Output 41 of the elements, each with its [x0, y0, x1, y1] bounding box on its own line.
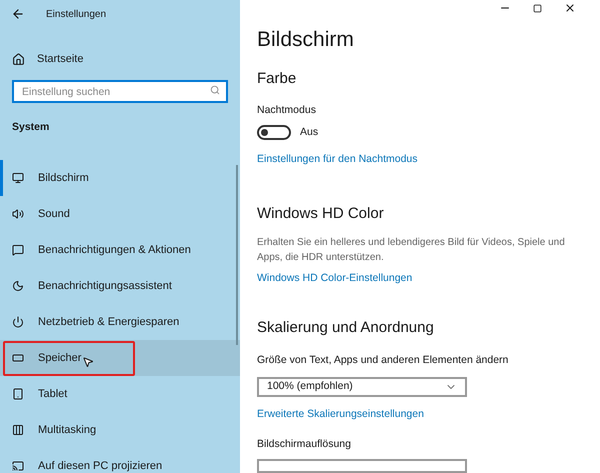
scale-dropdown[interactable]: 100% (empfohlen) — [257, 377, 467, 397]
message-icon — [12, 244, 24, 256]
monitor-icon — [12, 172, 24, 184]
tablet-icon — [12, 388, 24, 400]
nav-item[interactable]: Speicher — [0, 340, 240, 376]
speaker-icon — [12, 208, 24, 220]
section-heading: Skalierung und Anordnung — [257, 318, 435, 338]
field-label: Größe von Text, Apps und anderen Elementen ändern — [257, 353, 510, 368]
power-icon — [12, 316, 24, 328]
close-icon — [564, 2, 576, 14]
nav-item[interactable]: Tablet — [0, 376, 240, 412]
maximize-icon — [533, 4, 542, 13]
home-item[interactable]: Startseite — [0, 51, 240, 68]
screen-icon — [12, 460, 24, 472]
section-heading: Windows HD Color — [257, 204, 385, 224]
scaling-link[interactable]: Erweiterte Skalierungseinstellungen — [257, 406, 576, 423]
nav-item[interactable]: Auf diesen PC projizieren — [0, 448, 240, 473]
night-mode-link[interactable]: Einstellungen für den Nachtmodus — [257, 152, 576, 168]
columns-icon — [12, 424, 24, 436]
nav-item[interactable]: Benachrichtigungsassistent — [0, 268, 240, 304]
nav-item[interactable]: Netzbetrieb & Energiesparen — [0, 304, 240, 340]
section-heading: System — [12, 120, 50, 134]
page-title: Bildschirm — [257, 28, 355, 50]
search-field[interactable]: Einstellung suchen — [12, 80, 228, 103]
home-icon — [12, 52, 25, 66]
nav-item[interactable]: Sound — [0, 196, 240, 232]
description: Erhalten Sie ein helleres und lebendigeres Bild für Videos, Spiele und Apps, die HDR unterstützen. — [257, 236, 566, 266]
search-icon — [210, 84, 220, 94]
toggle-label: Nachtmodus — [257, 103, 317, 118]
hd-color-link[interactable]: Windows HD Color-Einstellungen — [257, 271, 576, 287]
nav-item[interactable]: Benachrichtigungen & Aktionen — [0, 232, 240, 268]
moon-icon — [12, 280, 24, 292]
section-heading: Farbe — [257, 68, 298, 89]
window-title: Einstellungen — [46, 8, 106, 22]
toggle-state: Aus — [300, 125, 318, 140]
night-mode-toggle[interactable] — [257, 125, 291, 140]
storage-icon — [12, 352, 24, 364]
cursor-icon — [82, 356, 94, 368]
field-label: Bildschirmauflösung — [257, 436, 352, 452]
resolution-dropdown[interactable] — [257, 459, 467, 473]
nav-item[interactable]: Multitasking — [0, 412, 240, 448]
